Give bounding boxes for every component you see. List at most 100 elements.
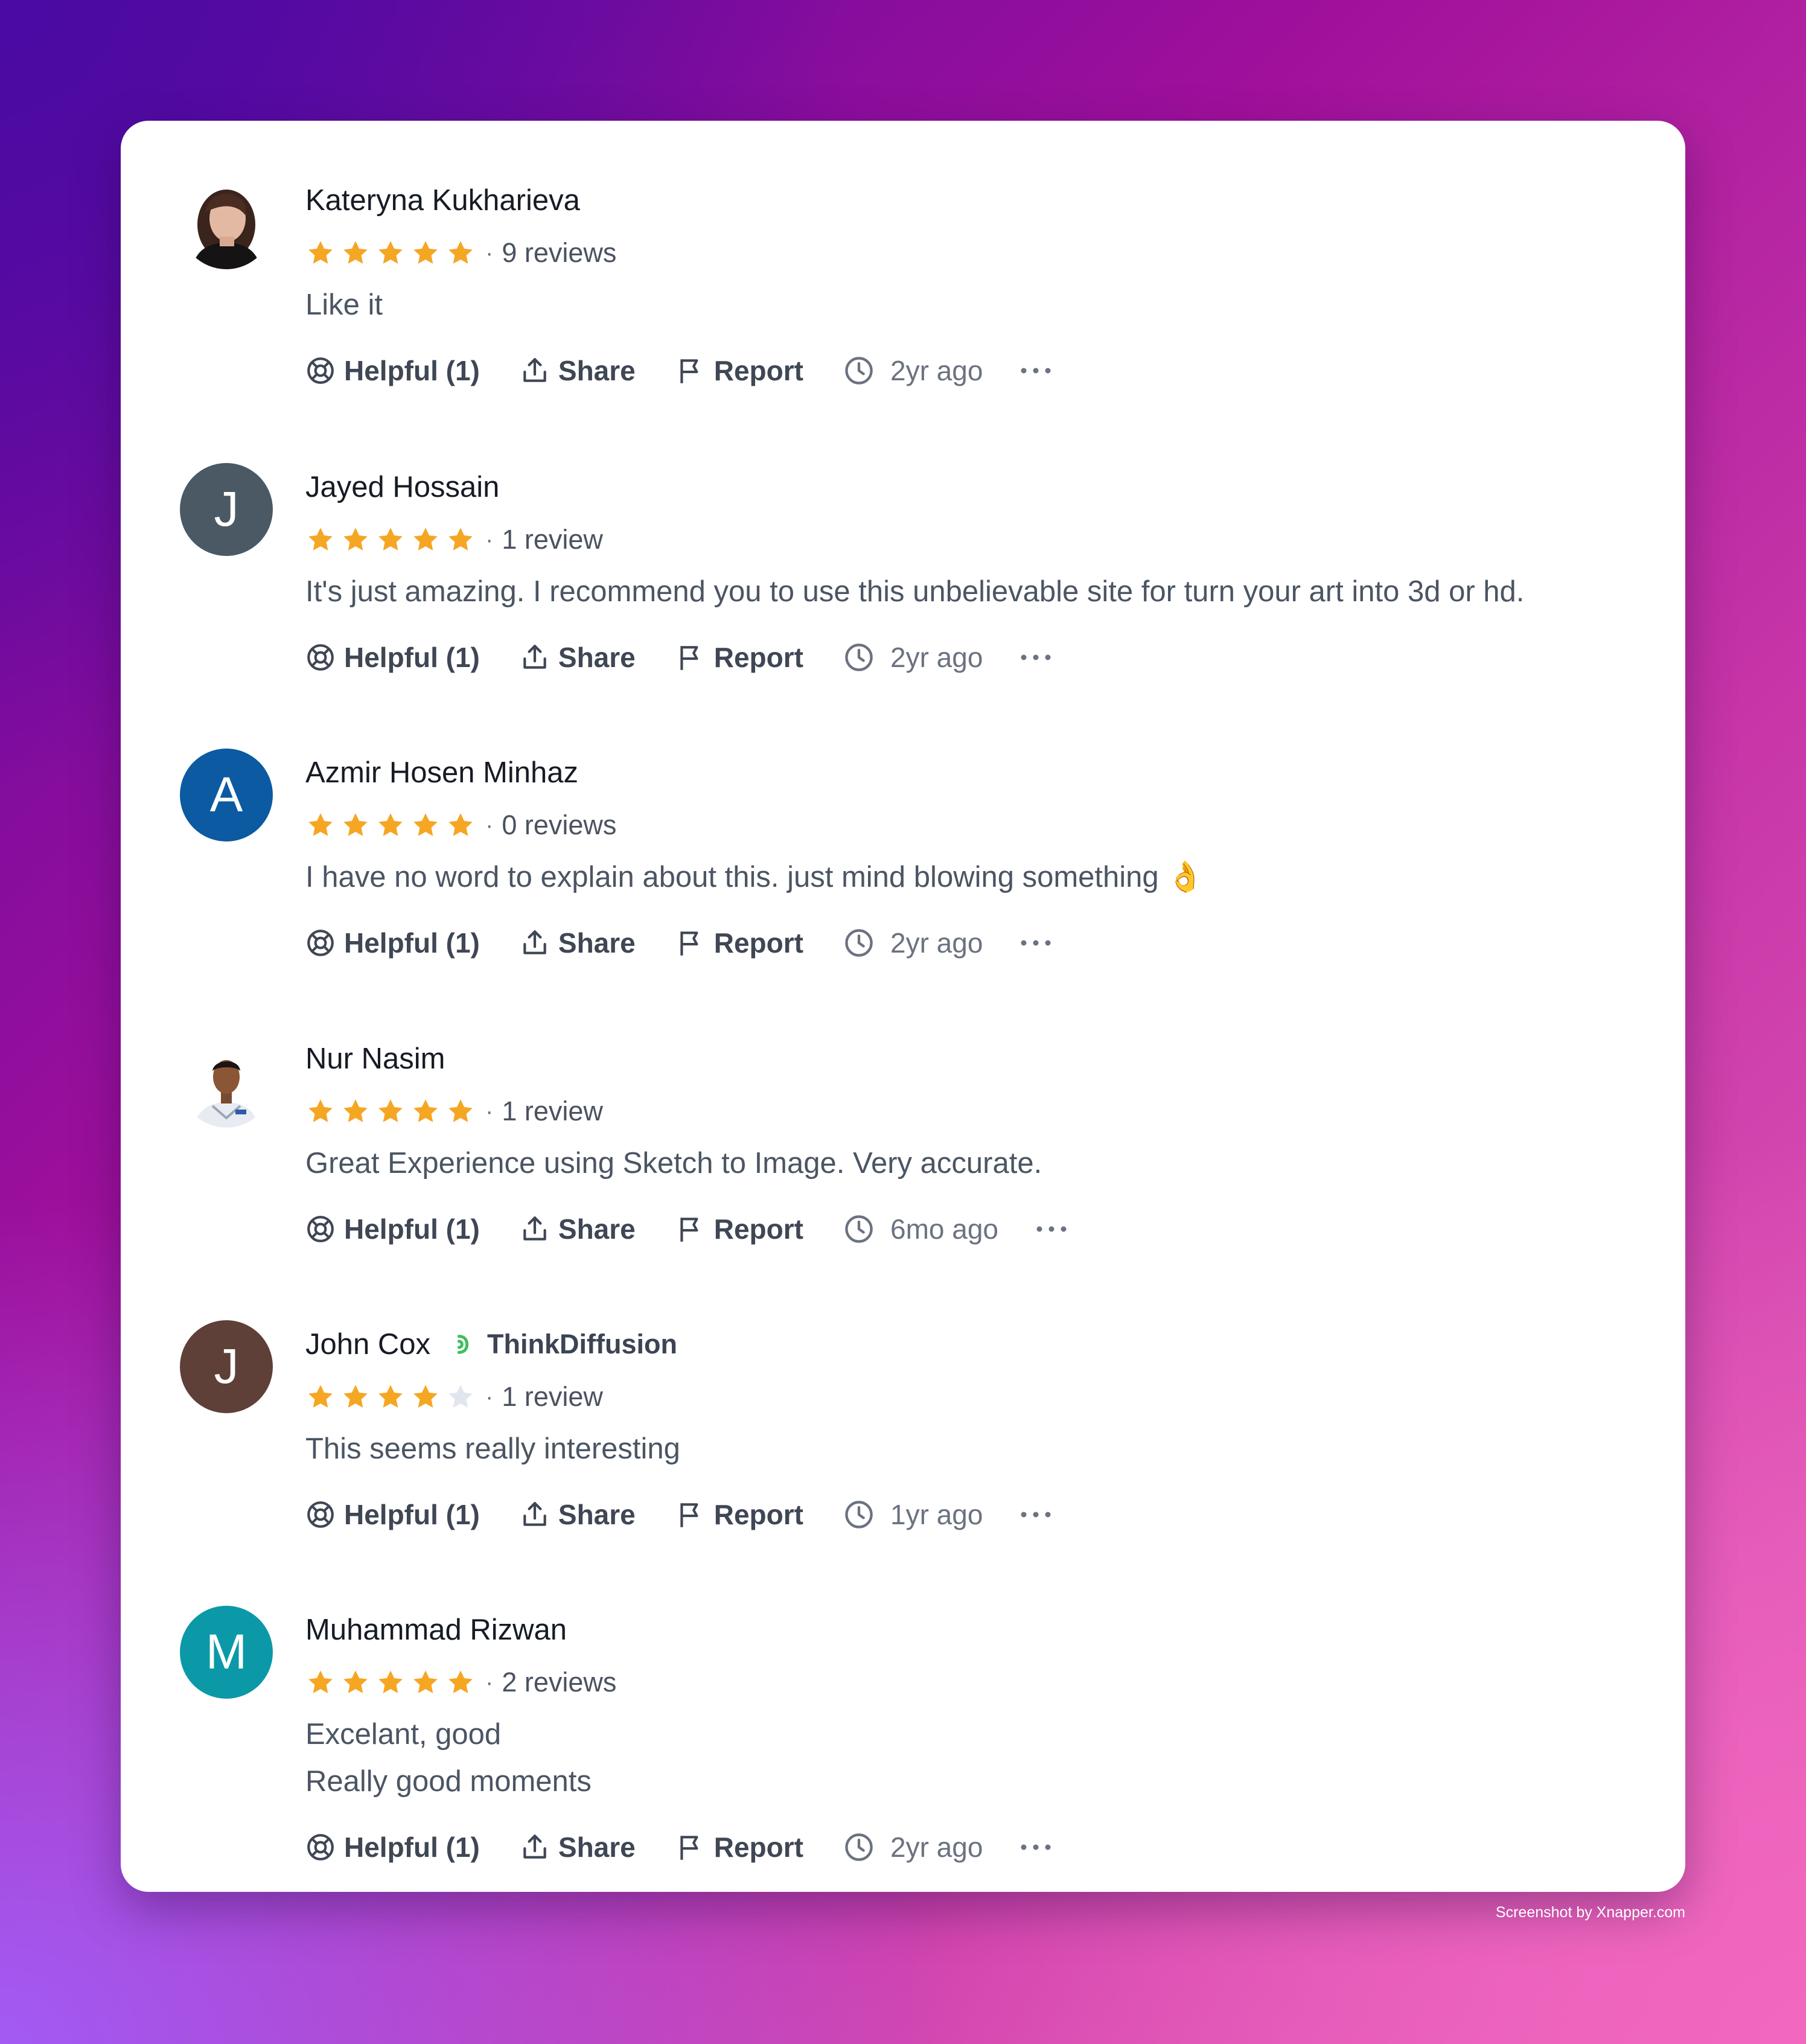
helpful-button[interactable]: Helpful (1) xyxy=(305,354,480,387)
star-filled-icon xyxy=(413,528,438,551)
review-count: 1 review xyxy=(502,524,603,555)
avatar[interactable] xyxy=(180,1035,273,1128)
ellipsis-icon xyxy=(1021,940,1051,946)
share-button[interactable]: Share xyxy=(520,927,636,959)
star-filled-icon xyxy=(413,813,438,836)
lifebuoy-icon xyxy=(307,357,334,384)
star-filled-icon xyxy=(448,241,473,264)
avatar[interactable] xyxy=(180,176,273,269)
lifebuoy-icon xyxy=(307,1501,334,1528)
avatar[interactable]: A xyxy=(180,749,273,842)
clock-icon xyxy=(845,1501,873,1528)
star-filled-icon xyxy=(343,528,368,551)
star-filled-icon xyxy=(448,1670,473,1693)
avatar[interactable]: J xyxy=(180,463,273,556)
helpful-button-label: Helpful (1) xyxy=(344,1832,480,1863)
report-button[interactable]: Report xyxy=(675,1831,803,1864)
helpful-button-label: Helpful (1) xyxy=(344,1499,480,1530)
reviewer-name[interactable]: Azmir Hosen Minhaz xyxy=(305,756,578,790)
lifebuoy-icon xyxy=(307,1834,334,1860)
review-count: 9 reviews xyxy=(502,237,617,268)
share-button[interactable]: Share xyxy=(520,1498,636,1531)
helpful-button[interactable]: Helpful (1) xyxy=(305,1213,480,1245)
separator-dot: · xyxy=(485,1669,494,1696)
watermark: Screenshot by Xnapper.com xyxy=(1495,1904,1685,1921)
helpful-button[interactable]: Helpful (1) xyxy=(305,927,480,959)
share-button[interactable]: Share xyxy=(520,1831,636,1864)
ellipsis-icon xyxy=(1021,1512,1051,1518)
timestamp-label: 2yr ago xyxy=(890,927,983,959)
more-options-button[interactable] xyxy=(1019,937,1053,949)
timestamp-label: 2yr ago xyxy=(890,355,983,386)
star-filled-icon xyxy=(308,813,333,836)
review-text-line: Great Experience using Sketch to Image. … xyxy=(305,1147,1042,1180)
ellipsis-icon xyxy=(1021,654,1051,660)
clock-icon xyxy=(845,644,873,671)
more-options-button[interactable] xyxy=(1035,1223,1068,1235)
review-count: 1 review xyxy=(502,1381,603,1412)
star-filled-icon xyxy=(413,241,438,264)
separator-dot: · xyxy=(485,811,494,838)
reviewer-header: Azmir Hosen Minhaz xyxy=(305,749,1625,797)
share-button[interactable]: Share xyxy=(520,354,636,387)
share-button-label: Share xyxy=(558,355,636,386)
more-options-button[interactable] xyxy=(1019,1509,1053,1521)
more-options-button[interactable] xyxy=(1019,651,1053,663)
avatar[interactable]: M xyxy=(180,1606,273,1699)
timestamp-label: 6mo ago xyxy=(890,1213,998,1245)
rating-row: · 0 reviews xyxy=(305,804,1625,846)
share-icon xyxy=(523,645,546,669)
separator-dot: · xyxy=(485,1097,494,1125)
reviewer-name[interactable]: Jayed Hossain xyxy=(305,470,499,504)
separator-dot: · xyxy=(485,526,494,553)
review-timestamp: 1yr ago xyxy=(843,1498,983,1531)
helpful-button-label: Helpful (1) xyxy=(344,642,480,673)
star-filled-icon xyxy=(308,1670,333,1693)
report-button[interactable]: Report xyxy=(675,927,803,959)
review-actions: Helpful (1) Share Report 2yr ago xyxy=(305,633,1625,682)
review-text-line: Like it xyxy=(305,289,383,321)
report-button-label: Report xyxy=(713,642,803,673)
review-text-line: It's just amazing. I recommend you to us… xyxy=(305,575,1525,608)
report-button[interactable]: Report xyxy=(675,641,803,674)
avatar[interactable]: J xyxy=(180,1320,273,1413)
star-rating xyxy=(305,1096,480,1126)
rating-row: · 2 reviews xyxy=(305,1661,1625,1704)
star-filled-icon xyxy=(343,1385,368,1408)
share-icon xyxy=(523,1216,546,1241)
star-filled-icon xyxy=(413,1099,438,1122)
review-actions: Helpful (1) Share Report 2yr ago xyxy=(305,919,1625,967)
review-text: I have no word to explain about this. ju… xyxy=(305,854,1625,901)
reviewer-name[interactable]: John Cox xyxy=(305,1327,430,1361)
review-text: It's just amazing. I recommend you to us… xyxy=(305,568,1625,615)
helpful-button[interactable]: Helpful (1) xyxy=(305,1498,480,1531)
rating-row: · 1 review xyxy=(305,519,1625,561)
timestamp-label: 2yr ago xyxy=(890,642,983,673)
share-button[interactable]: Share xyxy=(520,641,636,674)
more-options-button[interactable] xyxy=(1019,1841,1053,1853)
rating-row: · 1 review xyxy=(305,1090,1625,1132)
review-content: Kateryna Kukharieva · 9 reviews Like it Help… xyxy=(305,176,1625,395)
report-button[interactable]: Report xyxy=(675,354,803,387)
helpful-button[interactable]: Helpful (1) xyxy=(305,1831,480,1864)
report-button[interactable]: Report xyxy=(675,1498,803,1531)
reviewer-name[interactable]: Nur Nasim xyxy=(305,1042,445,1076)
rating-row: · 1 review xyxy=(305,1376,1625,1418)
report-button-label: Report xyxy=(713,927,803,959)
star-filled-icon xyxy=(308,1099,333,1122)
reviewer-name[interactable]: Muhammad Rizwan xyxy=(305,1613,567,1647)
share-button[interactable]: Share xyxy=(520,1213,636,1245)
reviewer-name[interactable]: Kateryna Kukharieva xyxy=(305,184,580,217)
star-rating xyxy=(305,1382,480,1412)
ellipsis-icon xyxy=(1036,1226,1067,1232)
helpful-button[interactable]: Helpful (1) xyxy=(305,641,480,674)
reviewer-header: Jayed Hossain xyxy=(305,463,1625,511)
star-filled-icon xyxy=(343,1099,368,1122)
star-filled-icon xyxy=(448,813,473,836)
company-badge[interactable]: ThinkDiffusion xyxy=(451,1329,677,1360)
review-actions: Helpful (1) Share Report 1yr ago xyxy=(305,1490,1625,1539)
reviews-card: Kateryna Kukharieva · 9 reviews Like it Help… xyxy=(121,121,1685,1892)
star-filled-icon xyxy=(378,241,403,264)
report-button[interactable]: Report xyxy=(675,1213,803,1245)
more-options-button[interactable] xyxy=(1019,365,1053,377)
